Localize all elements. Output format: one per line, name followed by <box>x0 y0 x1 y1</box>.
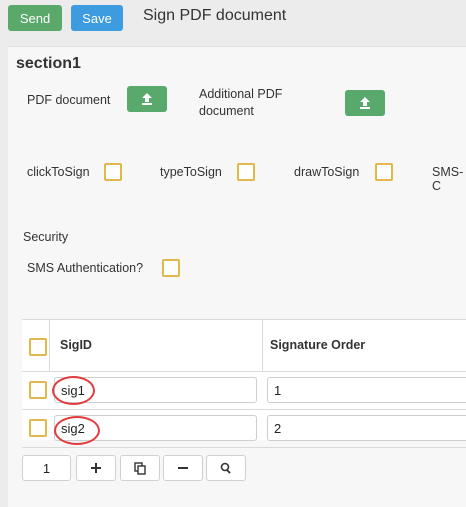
minus-icon <box>178 467 188 469</box>
search-icon <box>220 462 231 474</box>
add-row-button[interactable] <box>76 455 116 481</box>
click-to-sign-label: clickToSign <box>27 165 90 179</box>
remove-row-button[interactable] <box>163 455 203 481</box>
upload-icon <box>360 97 370 109</box>
page-number-input[interactable]: 1 <box>22 455 71 481</box>
type-to-sign-label: typeToSign <box>160 165 222 179</box>
search-button[interactable] <box>206 455 246 481</box>
annotation-circle-sig1 <box>52 376 95 405</box>
column-header-sigid-label: SigID <box>60 338 92 352</box>
additional-pdf-label-line1: Additional PDF <box>199 87 283 101</box>
signature-order-input[interactable]: 1 <box>267 377 466 403</box>
row-checkbox[interactable] <box>29 381 47 399</box>
page-title: Sign PDF document <box>143 7 287 24</box>
signature-order-input[interactable]: 2 <box>267 415 466 441</box>
duplicate-row-button[interactable] <box>120 455 160 481</box>
type-to-sign-checkbox[interactable] <box>237 163 255 181</box>
upload-icon <box>142 93 152 105</box>
select-all-checkbox[interactable] <box>29 338 47 356</box>
sms-authentication-checkbox[interactable] <box>162 259 180 277</box>
click-to-sign-checkbox[interactable] <box>104 163 122 181</box>
pdf-upload-button[interactable] <box>127 86 167 112</box>
draw-to-sign-label: drawToSign <box>294 165 360 179</box>
plus-icon <box>91 463 101 473</box>
send-button[interactable]: Send <box>8 5 62 31</box>
security-heading: Security <box>23 230 69 244</box>
draw-to-sign-checkbox[interactable] <box>375 163 393 181</box>
top-toolbar: Send Save Sign PDF document <box>0 0 466 40</box>
header-select-cell <box>22 320 50 372</box>
sms-c-label: SMS-C <box>432 165 464 193</box>
sms-authentication-label: SMS Authentication? <box>27 261 144 275</box>
row-checkbox[interactable] <box>29 419 47 437</box>
column-header-signature-order[interactable]: Signature Order <box>263 320 466 372</box>
additional-pdf-label-line2: document <box>199 104 254 118</box>
copy-icon <box>134 461 146 475</box>
additional-pdf-upload-button[interactable] <box>345 90 385 116</box>
pdf-document-label: PDF document <box>27 93 111 107</box>
column-header-signature-order-label: Signature Order <box>270 338 366 352</box>
column-header-sigid[interactable]: SigID <box>50 320 263 372</box>
section-title: section1 <box>16 55 81 72</box>
save-button[interactable]: Save <box>71 5 123 31</box>
annotation-circle-sig2 <box>54 416 100 445</box>
